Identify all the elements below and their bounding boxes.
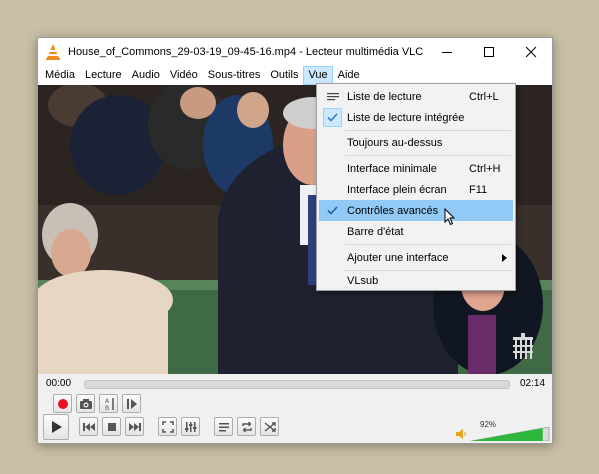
frame-step-icon <box>126 398 137 409</box>
view-menu-dropdown: Liste de lecture Ctrl+L Liste de lecture… <box>316 83 516 291</box>
close-icon <box>525 46 537 58</box>
checkmark-icon <box>323 108 342 127</box>
menu-item-label: Liste de lecture <box>347 91 422 103</box>
menu-outils[interactable]: Outils <box>265 66 303 85</box>
menu-item-label: Interface minimale <box>347 163 437 175</box>
camera-icon <box>79 398 92 409</box>
menu-item-add-interface[interactable]: Ajouter une interface <box>319 247 513 268</box>
title-bar[interactable]: House_of_Commons_29-03-19_09-45-16.mp4 -… <box>38 38 552 66</box>
menu-item-always-on-top[interactable]: Toujours au-dessus <box>319 132 513 153</box>
menu-item-vlsub[interactable]: VLsub <box>319 270 513 291</box>
menu-lecture[interactable]: Lecture <box>80 66 127 85</box>
loop-button[interactable] <box>237 417 256 436</box>
menu-separator <box>345 155 511 156</box>
frame-step-button[interactable] <box>122 394 141 413</box>
loop-ab-icon: AB <box>105 397 114 411</box>
maximize-icon <box>484 47 494 57</box>
menu-item-minimal-interface[interactable]: Interface minimale Ctrl+H <box>319 158 513 179</box>
minimize-icon <box>442 52 452 53</box>
volume-slider[interactable] <box>471 427 551 441</box>
vlc-window: House_of_Commons_29-03-19_09-45-16.mp4 -… <box>37 37 553 444</box>
menu-item-label: Barre d'état <box>347 226 404 238</box>
menu-item-advanced-controls[interactable]: Contrôles avancés <box>319 200 513 226</box>
menu-item-status-bar[interactable]: Barre d'état <box>319 221 513 242</box>
close-button[interactable] <box>510 38 552 66</box>
play-button[interactable] <box>43 414 69 440</box>
playlist-icon <box>218 422 229 431</box>
menu-sous-titres[interactable]: Sous-titres <box>203 66 266 85</box>
next-button[interactable] <box>125 417 144 436</box>
menu-separator <box>345 244 511 245</box>
menu-media[interactable]: Média <box>40 66 80 85</box>
window-title: House_of_Commons_29-03-19_09-45-16.mp4 -… <box>68 46 424 58</box>
seek-bar[interactable] <box>84 380 510 389</box>
shuffle-button[interactable] <box>260 417 279 436</box>
menu-item-shortcut: F11 <box>469 184 488 196</box>
shuffle-icon <box>264 421 276 432</box>
menu-item-fullscreen-interface[interactable]: Interface plein écran F11 <box>319 179 513 200</box>
menu-item-shortcut: Ctrl+L <box>469 91 499 103</box>
menu-item-label: Toujours au-dessus <box>347 137 443 149</box>
playlist-button[interactable] <box>214 417 233 436</box>
next-icon <box>128 422 141 431</box>
submenu-arrow-icon <box>502 254 507 262</box>
menu-item-docked-playlist[interactable]: Liste de lecture intégrée <box>319 107 513 128</box>
window-controls <box>426 38 552 66</box>
menu-video[interactable]: Vidéo <box>165 66 203 85</box>
play-icon <box>52 421 62 433</box>
fullscreen-icon <box>161 420 174 433</box>
maximize-button[interactable] <box>468 38 510 66</box>
menu-item-label: Liste de lecture intégrée <box>347 112 465 124</box>
equalizer-icon <box>184 421 196 432</box>
menu-item-label: VLsub <box>347 275 379 287</box>
fullscreen-button[interactable] <box>158 417 177 436</box>
checkmark-icon <box>323 201 342 220</box>
stop-button[interactable] <box>102 417 121 436</box>
svg-text:B: B <box>105 405 109 411</box>
stop-icon <box>107 422 116 431</box>
repeat-icon <box>241 421 252 432</box>
previous-button[interactable] <box>79 417 98 436</box>
menu-item-label: Ajouter une interface <box>347 252 449 264</box>
extended-settings-button[interactable] <box>181 417 200 436</box>
record-icon <box>57 398 68 409</box>
menu-item-label: Interface plein écran <box>347 184 447 196</box>
controls-panel: 00:00 02:14 AB 92% <box>38 374 552 443</box>
menu-separator <box>345 130 511 131</box>
menu-item-label: Contrôles avancés <box>347 205 439 217</box>
record-button[interactable] <box>53 394 72 413</box>
minimize-button[interactable] <box>426 38 468 66</box>
svg-text:A: A <box>105 398 110 405</box>
snapshot-button[interactable] <box>76 394 95 413</box>
vlc-cone-icon <box>46 44 60 60</box>
menu-audio[interactable]: Audio <box>127 66 165 85</box>
menu-item-playlist[interactable]: Liste de lecture Ctrl+L <box>319 86 513 107</box>
menu-item-shortcut: Ctrl+H <box>469 163 501 175</box>
speaker-icon[interactable] <box>456 429 467 439</box>
menu-playlist-icon <box>323 87 342 106</box>
loop-ab-button[interactable]: AB <box>99 394 118 413</box>
total-time: 02:14 <box>520 378 546 389</box>
previous-icon <box>82 422 95 431</box>
elapsed-time: 00:00 <box>46 378 72 389</box>
